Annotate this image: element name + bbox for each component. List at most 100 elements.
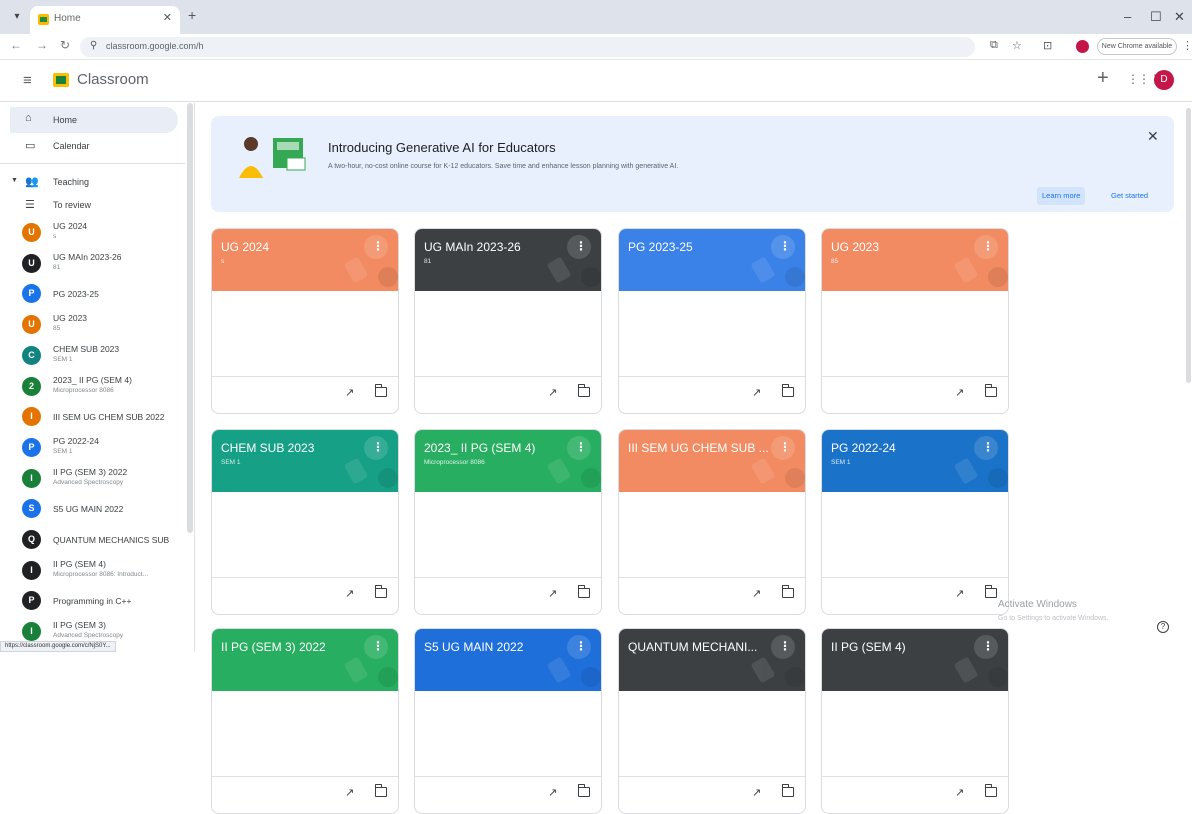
translate-icon[interactable]: ⧉ — [990, 39, 998, 52]
minimize-icon[interactable]: – — [1124, 9, 1131, 24]
sidebar-course-item[interactable]: Q QUANTUM MECHANICS SUB — [0, 526, 185, 554]
sidebar-course-item[interactable]: I II PG (SEM 4) Microprocessor 8086: Intro… — [0, 557, 185, 585]
class-card-title[interactable]: CHEM SUB 2023 — [221, 441, 314, 455]
forward-icon[interactable]: → — [36, 38, 48, 52]
class-card[interactable]: II PG (SEM 4) ⋮ ↗ — [821, 628, 1009, 814]
class-card-header[interactable]: UG 2024 s ⋮ — [212, 229, 398, 291]
sidebar-item-home[interactable]: ⌂ Home — [10, 107, 178, 133]
sidebar-course-item[interactable]: I III SEM UG CHEM SUB 2022 — [0, 403, 185, 431]
class-card-header[interactable]: PG 2022-24 SEM 1 ⋮ — [822, 430, 1008, 492]
learn-more-button[interactable]: Learn more — [1037, 187, 1086, 205]
create-join-class-icon[interactable]: + — [1097, 67, 1109, 90]
address-bar[interactable]: ⚲ classroom.google.com/h — [80, 37, 975, 57]
app-name[interactable]: Classroom — [77, 71, 149, 88]
class-card-title[interactable]: PG 2023-25 — [628, 240, 693, 254]
class-card-title[interactable]: UG MAIn 2023-26 — [424, 240, 521, 254]
gradebook-trend-icon[interactable]: ↗ — [752, 587, 761, 600]
sidebar-item-teaching[interactable]: ▼ 👥 Teaching — [0, 171, 185, 195]
class-options-icon[interactable]: ⋮ — [575, 440, 587, 454]
tab-close-icon[interactable]: ✕ — [163, 11, 172, 24]
gradebook-trend-icon[interactable]: ↗ — [345, 786, 354, 799]
drive-folder-icon[interactable] — [375, 384, 387, 397]
class-options-icon[interactable]: ⋮ — [372, 440, 384, 454]
browser-tab[interactable]: Home ✕ — [30, 6, 180, 34]
banner-close-icon[interactable]: ✕ — [1147, 128, 1159, 145]
gradebook-trend-icon[interactable]: ↗ — [955, 386, 964, 399]
class-options-icon[interactable]: ⋮ — [982, 440, 994, 454]
class-options-icon[interactable]: ⋮ — [575, 639, 587, 653]
class-card-title[interactable]: 2023_ II PG (SEM 4) — [424, 441, 535, 455]
gradebook-trend-icon[interactable]: ↗ — [548, 786, 557, 799]
sidebar-item-to-review[interactable]: ☰ To review — [0, 194, 185, 218]
sidebar-course-item[interactable]: 2 2023_ II PG (SEM 4) Microprocessor 8086 — [0, 373, 185, 401]
profile-avatar[interactable] — [1076, 40, 1089, 53]
drive-folder-icon[interactable] — [985, 585, 997, 598]
class-card-title[interactable]: UG 2023 — [831, 240, 879, 254]
gradebook-trend-icon[interactable]: ↗ — [548, 587, 557, 600]
site-info-icon[interactable]: ⚲ — [90, 40, 97, 51]
class-card-title[interactable]: III SEM UG CHEM SUB ... — [628, 441, 769, 455]
sidebar-item-calendar[interactable]: ▭ Calendar — [0, 135, 185, 159]
class-card[interactable]: S5 UG MAIN 2022 ⋮ ↗ — [414, 628, 602, 814]
drive-folder-icon[interactable] — [578, 585, 590, 598]
sidebar-course-item[interactable]: U UG 2023 85 — [0, 311, 185, 339]
new-tab-icon[interactable]: + — [188, 7, 196, 23]
drive-folder-icon[interactable] — [782, 784, 794, 797]
main-menu-icon[interactable]: ≡ — [23, 72, 32, 89]
sidebar-course-item[interactable]: C CHEM SUB 2023 SEM 1 — [0, 342, 185, 370]
new-chrome-button[interactable]: New Chrome available — [1097, 38, 1177, 55]
expand-caret-icon[interactable]: ▼ — [11, 177, 18, 184]
gradebook-trend-icon[interactable]: ↗ — [955, 587, 964, 600]
class-card[interactable]: QUANTUM MECHANI... ⋮ ↗ — [618, 628, 806, 814]
extensions-icon[interactable]: ⊡ — [1043, 39, 1052, 52]
class-options-icon[interactable]: ⋮ — [779, 639, 791, 653]
class-card[interactable]: III SEM UG CHEM SUB ... ⋮ ↗ — [618, 429, 806, 615]
class-card[interactable]: PG 2022-24 SEM 1 ⋮ ↗ — [821, 429, 1009, 615]
class-card[interactable]: PG 2023-25 ⋮ ↗ — [618, 228, 806, 414]
sidebar-course-item[interactable]: U UG 2024 s — [0, 219, 185, 247]
class-card-header[interactable]: S5 UG MAIN 2022 ⋮ — [415, 629, 601, 691]
class-card-header[interactable]: 2023_ II PG (SEM 4) Microprocessor 8086 ⋮ — [415, 430, 601, 492]
sidebar-course-item[interactable]: U UG MAIn 2023-26 81 — [0, 250, 185, 278]
drive-folder-icon[interactable] — [375, 784, 387, 797]
sidebar-course-item[interactable]: P PG 2022-24 SEM 1 — [0, 434, 185, 462]
maximize-icon[interactable]: ☐ — [1150, 9, 1162, 25]
class-options-icon[interactable]: ⋮ — [575, 239, 587, 253]
class-options-icon[interactable]: ⋮ — [779, 239, 791, 253]
help-icon[interactable]: ? — [1157, 621, 1169, 633]
chrome-menu-icon[interactable]: ⋮ — [1182, 39, 1192, 52]
tab-search-icon[interactable]: ▾ — [8, 8, 26, 26]
drive-folder-icon[interactable] — [985, 784, 997, 797]
class-card-header[interactable]: II PG (SEM 3) 2022 ⋮ — [212, 629, 398, 691]
class-card-header[interactable]: UG 2023 85 ⋮ — [822, 229, 1008, 291]
class-options-icon[interactable]: ⋮ — [372, 639, 384, 653]
gradebook-trend-icon[interactable]: ↗ — [548, 386, 557, 399]
user-avatar[interactable]: D — [1154, 70, 1174, 90]
sidebar-course-item[interactable]: S S5 UG MAIN 2022 — [0, 495, 185, 523]
reload-icon[interactable]: ↻ — [60, 38, 70, 52]
gradebook-trend-icon[interactable]: ↗ — [752, 386, 761, 399]
gradebook-trend-icon[interactable]: ↗ — [955, 786, 964, 799]
class-card-header[interactable]: CHEM SUB 2023 SEM 1 ⋮ — [212, 430, 398, 492]
class-card[interactable]: CHEM SUB 2023 SEM 1 ⋮ ↗ — [211, 429, 399, 615]
class-card[interactable]: II PG (SEM 3) 2022 ⋮ ↗ — [211, 628, 399, 814]
drive-folder-icon[interactable] — [375, 585, 387, 598]
classroom-logo[interactable] — [53, 73, 69, 87]
sidebar-course-item[interactable]: P PG 2023-25 — [0, 280, 185, 308]
class-card[interactable]: 2023_ II PG (SEM 4) Microprocessor 8086 ⋮ ↗ — [414, 429, 602, 615]
gradebook-trend-icon[interactable]: ↗ — [345, 386, 354, 399]
get-started-button[interactable]: Get started — [1111, 191, 1148, 200]
drive-folder-icon[interactable] — [578, 384, 590, 397]
class-card-title[interactable]: PG 2022-24 — [831, 441, 896, 455]
window-close-icon[interactable]: ✕ — [1174, 9, 1185, 25]
drive-folder-icon[interactable] — [578, 784, 590, 797]
class-options-icon[interactable]: ⋮ — [372, 239, 384, 253]
class-card-header[interactable]: UG MAIn 2023-26 81 ⋮ — [415, 229, 601, 291]
drive-folder-icon[interactable] — [782, 585, 794, 598]
class-card-title[interactable]: UG 2024 — [221, 240, 269, 254]
drive-folder-icon[interactable] — [782, 384, 794, 397]
sidebar-scrollbar[interactable] — [187, 103, 193, 533]
main-scrollbar[interactable] — [1186, 108, 1191, 383]
drive-folder-icon[interactable] — [985, 384, 997, 397]
class-card-header[interactable]: PG 2023-25 ⋮ — [619, 229, 805, 291]
